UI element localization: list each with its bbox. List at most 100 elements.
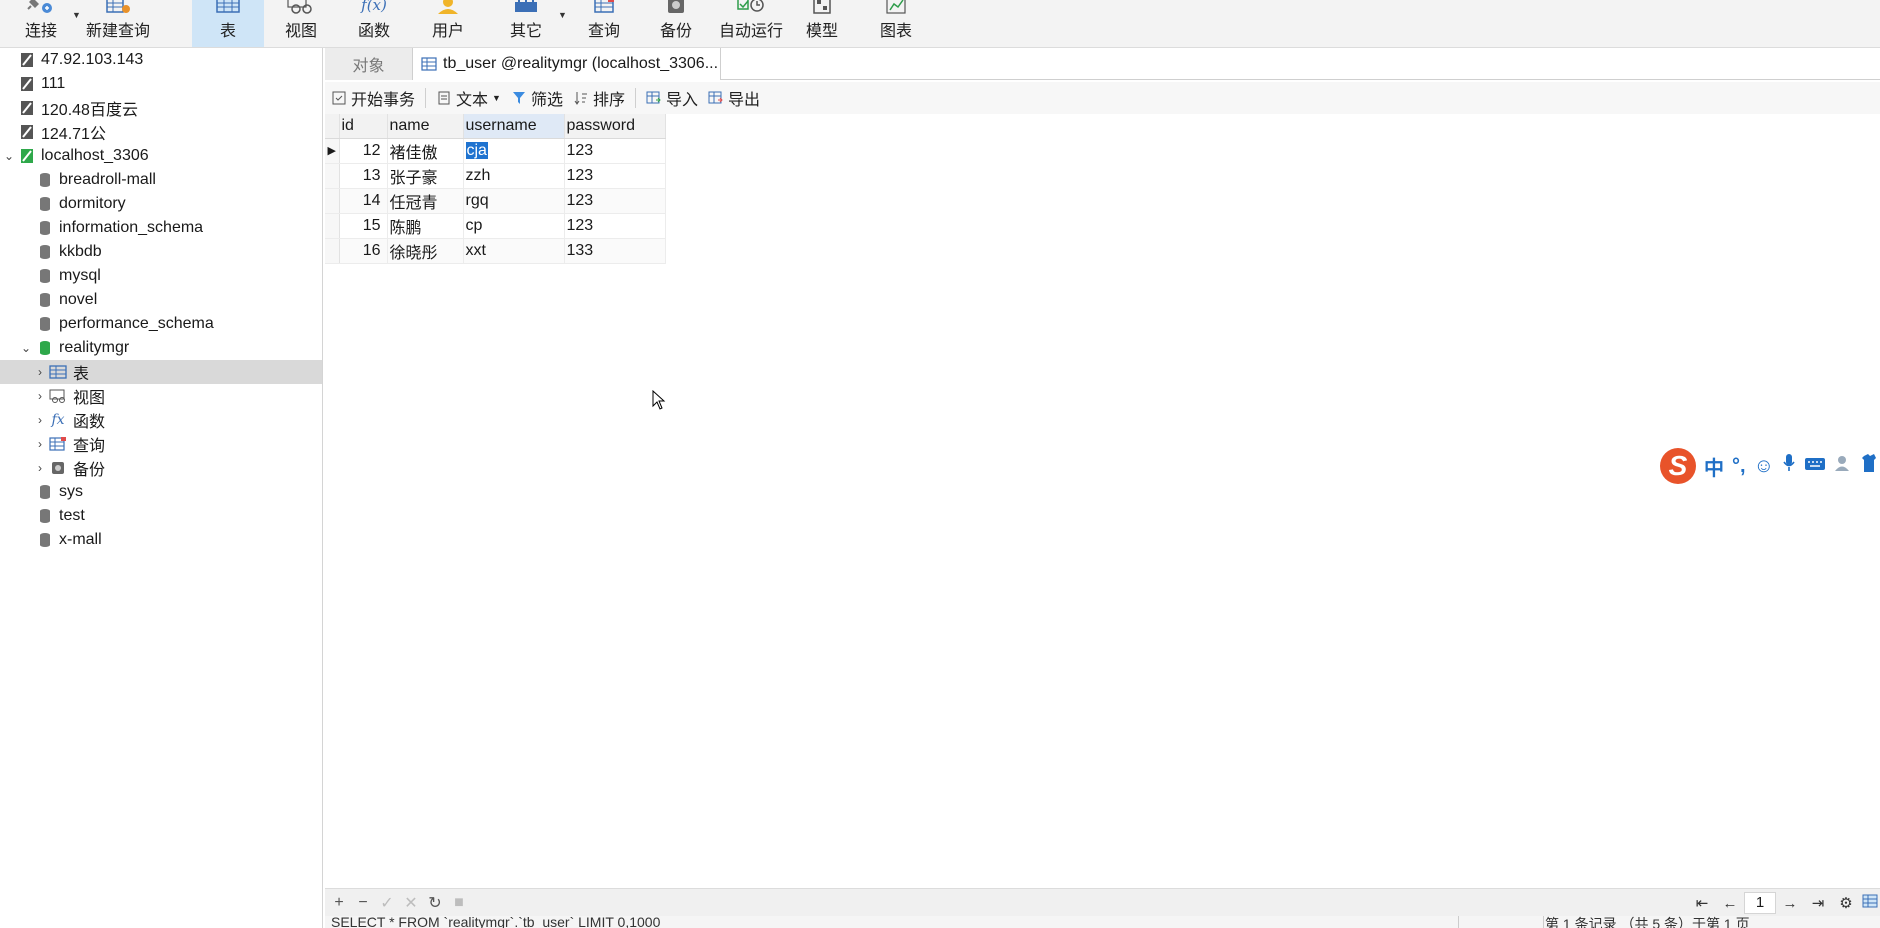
cell-username-selected[interactable]: cja [463, 138, 565, 164]
chevron-down-icon[interactable]: ⌄ [0, 149, 18, 163]
tree-functions-node[interactable]: › fx 函数 [0, 408, 322, 432]
tree-database[interactable]: breadroll-mall [0, 168, 322, 192]
tree-database[interactable]: kkbdb [0, 240, 322, 264]
tree-connection-4[interactable]: 124.71公 [0, 120, 322, 144]
add-record-icon[interactable]: + [327, 894, 351, 912]
cell-id[interactable]: 15 [339, 213, 388, 239]
tree-database[interactable]: mysql [0, 264, 322, 288]
export-button[interactable]: 导出 [708, 86, 760, 110]
ime-mode-toggle[interactable]: 中 [1704, 452, 1724, 481]
table-row[interactable]: 16 徐晓彤 xxt 133 [325, 238, 666, 264]
chevron-right-icon[interactable]: › [32, 365, 48, 379]
chevron-right-icon[interactable]: › [32, 389, 48, 403]
first-page-icon[interactable]: ⇤ [1688, 894, 1716, 912]
column-header-password[interactable]: password [564, 114, 666, 139]
cell-username[interactable]: zzh [463, 163, 565, 189]
tree-connection-localhost[interactable]: ⌄ localhost_3306 [0, 144, 322, 168]
cell-password[interactable]: 123 [564, 163, 666, 189]
cell-username[interactable]: cp [463, 213, 565, 239]
begin-transaction-button[interactable]: 开始事务 [331, 86, 415, 110]
toolbar-view-button[interactable]: 视图 [276, 0, 326, 47]
table-row[interactable]: 15 陈鹏 cp 123 [325, 213, 666, 239]
next-page-icon[interactable]: → [1776, 895, 1804, 912]
tree-database[interactable]: test [0, 504, 322, 528]
settings-gear-icon[interactable]: ⚙ [1832, 894, 1860, 912]
filter-button[interactable]: 筛选 [511, 86, 563, 110]
tree-database[interactable]: x-mall [0, 528, 322, 552]
cell-password[interactable]: 123 [564, 188, 666, 214]
tree-queries-node[interactable]: › 查询 [0, 432, 322, 456]
text-view-button[interactable]: 文本 ▼ [436, 86, 501, 110]
cell-password[interactable]: 133 [564, 238, 666, 264]
column-header-name[interactable]: name [387, 114, 464, 139]
column-header-id[interactable]: id [339, 114, 388, 139]
prev-page-icon[interactable]: ← [1716, 895, 1744, 912]
cell-id[interactable]: 16 [339, 238, 388, 264]
toolbar-other-button[interactable]: 其它 [498, 0, 554, 47]
toolbar-query-button[interactable]: 查询 [578, 0, 630, 47]
microphone-icon[interactable] [1782, 453, 1796, 479]
tab-objects[interactable]: 对象 [325, 48, 413, 80]
table-row[interactable]: 14 任冠青 rgq 123 [325, 188, 666, 214]
toolbar-model-button[interactable]: 模型 [796, 0, 848, 47]
tree-database[interactable]: dormitory [0, 192, 322, 216]
refresh-icon[interactable]: ↻ [423, 893, 447, 913]
grid-view-icon[interactable] [1860, 894, 1880, 912]
tab-tb-user[interactable]: tb_user @realitymgr (localhost_3306... [413, 48, 721, 80]
tree-database[interactable]: novel [0, 288, 322, 312]
ime-punctuation-toggle[interactable]: °, [1732, 455, 1746, 478]
apply-changes-icon[interactable]: ✓ [375, 893, 399, 913]
cell-name[interactable]: 陈鹏 [387, 213, 464, 239]
cell-id[interactable]: 12 [339, 138, 388, 164]
toolbar-function-button[interactable]: f(x) 函数 [348, 0, 400, 47]
import-button[interactable]: 导入 [646, 86, 698, 110]
emoji-icon[interactable]: ☺ [1754, 455, 1774, 478]
table-row[interactable]: ▶ 12 褚佳傲 cja 123 [325, 138, 666, 164]
page-number-field[interactable]: 1 [1744, 892, 1776, 914]
tree-connection-2[interactable]: 111 [0, 72, 322, 96]
cell-id[interactable]: 14 [339, 188, 388, 214]
chevron-down-icon[interactable]: ⌄ [16, 341, 36, 355]
cell-username[interactable]: rgq [463, 188, 565, 214]
chevron-right-icon[interactable]: › [32, 461, 48, 475]
toolbar-connect-button[interactable]: 连接 [18, 0, 64, 47]
skin-icon[interactable] [1861, 454, 1876, 478]
cell-password[interactable]: 123 [564, 138, 666, 164]
stop-icon[interactable]: ■ [447, 894, 471, 912]
toolbar-backup-button[interactable]: 备份 [650, 0, 702, 47]
cell-id[interactable]: 13 [339, 163, 388, 189]
cell-password[interactable]: 123 [564, 213, 666, 239]
tree-database-realitymgr[interactable]: ⌄ realitymgr [0, 336, 322, 360]
toolbar-chart-button[interactable]: 图表 [870, 0, 922, 47]
tree-views-node[interactable]: › 视图 [0, 384, 322, 408]
tree-backups-node[interactable]: › 备份 [0, 456, 322, 480]
toolbar-table-button[interactable]: 表 [192, 0, 264, 47]
cell-username[interactable]: xxt [463, 238, 565, 264]
table-row[interactable]: 13 张子豪 zzh 123 [325, 163, 666, 189]
discard-changes-icon[interactable]: ✕ [399, 893, 423, 913]
delete-record-icon[interactable]: − [351, 894, 375, 912]
tree-database[interactable]: information_schema [0, 216, 322, 240]
tree-database[interactable]: performance_schema [0, 312, 322, 336]
toolbar-autorun-button[interactable]: 自动运行 [716, 0, 786, 47]
cell-name[interactable]: 任冠青 [387, 188, 464, 214]
cell-name[interactable]: 褚佳傲 [387, 138, 464, 164]
toolbar-user-button[interactable]: 用户 [422, 0, 474, 47]
toolbar-new-query-button[interactable]: 新建查询 [84, 0, 152, 47]
sort-button[interactable]: 排序 [573, 86, 625, 110]
cell-name[interactable]: 徐晓彤 [387, 238, 464, 264]
tree-connection-3[interactable]: 120.48百度云 [0, 96, 322, 120]
chevron-right-icon[interactable]: › [32, 413, 48, 427]
tree-database[interactable]: sys [0, 480, 322, 504]
tree-tables-node[interactable]: › 表 [0, 360, 322, 384]
other-dropdown-arrow[interactable]: ▼ [558, 10, 567, 20]
last-page-icon[interactable]: ⇥ [1804, 894, 1832, 912]
sogou-logo-icon[interactable]: S [1660, 448, 1696, 484]
keyboard-icon[interactable] [1804, 455, 1826, 478]
tree-connection-1[interactable]: 47.92.103.143 [0, 48, 322, 72]
connect-dropdown-arrow[interactable]: ▼ [72, 10, 81, 20]
cell-name[interactable]: 张子豪 [387, 163, 464, 189]
column-header-username[interactable]: username [463, 114, 565, 139]
user-center-icon[interactable] [1834, 454, 1854, 478]
chevron-right-icon[interactable]: › [32, 437, 48, 451]
